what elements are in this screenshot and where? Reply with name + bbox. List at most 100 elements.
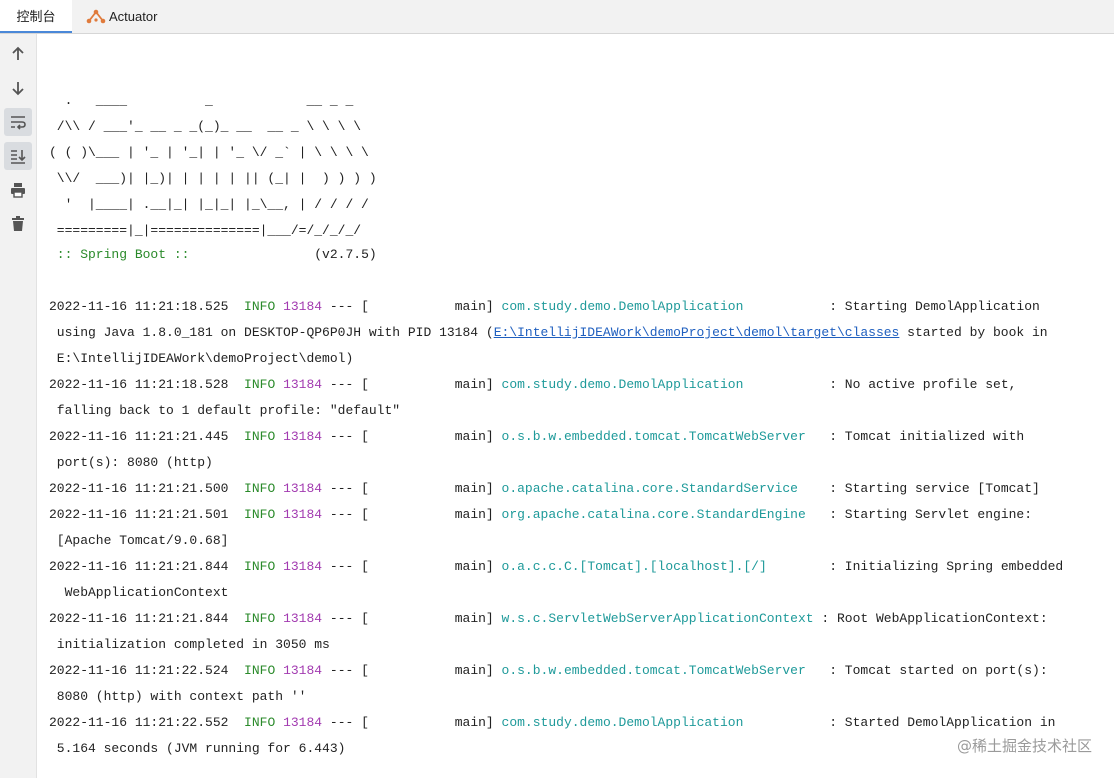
log-logger: w.s.c.ServletWebServerApplicationContext (501, 611, 814, 626)
log-logger: o.s.b.w.embedded.tomcat.TomcatWebServer (501, 429, 822, 444)
log-continuation: WebApplicationContext (49, 585, 229, 600)
log-time: 2022-11-16 11:21:21.844 (49, 611, 229, 626)
arrow-down-icon (12, 82, 24, 96)
down-button[interactable] (4, 74, 32, 102)
log-logger: o.s.b.w.embedded.tomcat.TomcatWebServer (501, 663, 822, 678)
log-line: 2022-11-16 11:21:21.844 INFO 13184 --- [… (49, 606, 1048, 632)
log-logger: o.a.c.c.C.[Tomcat].[localhost].[/] (501, 559, 822, 574)
print-button[interactable] (4, 176, 32, 204)
log-level: INFO (244, 377, 276, 392)
up-button[interactable] (4, 40, 32, 68)
watermark: @稀土掘金技术社区 (956, 737, 1092, 755)
tab-bar: 控制台 Actuator (0, 0, 1114, 34)
log-time: 2022-11-16 11:21:18.528 (49, 377, 229, 392)
log-logger: org.apache.catalina.core.StandardEngine (501, 507, 822, 522)
log-line: 2022-11-16 11:21:21.844 INFO 13184 --- [… (49, 554, 1063, 580)
actuator-icon (86, 9, 106, 24)
log-message-cont: started by book in (899, 325, 1048, 340)
log-level: INFO (244, 429, 276, 444)
log-line: 2022-11-16 11:21:18.525 INFO 13184 --- [… (49, 294, 1040, 320)
log-message: : Initializing Spring embedded (821, 559, 1064, 574)
arrow-up-icon (12, 46, 24, 60)
clear-button[interactable] (4, 210, 32, 238)
scroll-to-end-icon (11, 150, 26, 164)
log-line: 2022-11-16 11:21:21.445 INFO 13184 --- [… (49, 424, 1024, 450)
spring-boot-version: (v2.7.5) (189, 247, 377, 262)
tab-console-label: 控制台 (16, 9, 56, 24)
log-level: INFO (244, 299, 276, 314)
log-level: INFO (244, 507, 276, 522)
log-logger: com.study.demo.DemolApplication (501, 715, 822, 730)
log-time: 2022-11-16 11:21:21.445 (49, 429, 229, 444)
log-line: 2022-11-16 11:21:21.500 INFO 13184 --- [… (49, 476, 1040, 502)
banner-line: . ____ _ __ _ _ (49, 93, 354, 108)
log-thread: --- [ main] (322, 715, 502, 730)
log-thread: --- [ main] (322, 299, 502, 314)
log-continuation: E:\IntellijIDEAWork\demoProject\demol) (49, 351, 354, 366)
log-time: 2022-11-16 11:21:22.524 (49, 663, 229, 678)
log-pid: 13184 (283, 715, 323, 730)
log-thread: --- [ main] (322, 377, 502, 392)
trash-icon (12, 216, 24, 231)
log-message: : Tomcat started on port(s): (821, 663, 1048, 678)
log-pid: 13184 (283, 663, 323, 678)
log-continuation: using Java 1.8.0_181 on DESKTOP-QP6P0JH … (49, 320, 1048, 346)
banner-line: \\/ ___)| |_)| | | | | || (_| | ) ) ) ) (49, 171, 377, 186)
log-pid: 13184 (283, 429, 323, 444)
log-line: 2022-11-16 11:21:22.552 INFO 13184 --- [… (49, 710, 1055, 736)
log-level: INFO (244, 481, 276, 496)
log-level: INFO (244, 715, 276, 730)
log-thread: --- [ main] (322, 663, 502, 678)
spring-boot-label: :: Spring Boot :: (49, 247, 190, 262)
log-continuation: initialization completed in 3050 ms (49, 637, 330, 652)
banner-line: ( ( )\___ | '_ | '_| | '_ \/ _` | \ \ \ … (49, 145, 369, 160)
log-pid: 13184 (283, 559, 323, 574)
log-thread: --- [ main] (322, 559, 502, 574)
soft-wrap-button[interactable] (4, 108, 32, 136)
log-level: INFO (244, 611, 276, 626)
banner-line: ' |____| .__|_| |_|_| |_\__, | / / / / (49, 197, 369, 212)
tab-console[interactable]: 控制台 (0, 0, 72, 33)
log-line: 2022-11-16 11:21:21.501 INFO 13184 --- [… (49, 502, 1032, 528)
scroll-to-end-button[interactable] (4, 142, 32, 170)
log-line: 2022-11-16 11:21:22.524 INFO 13184 --- [… (49, 658, 1048, 684)
log-time: 2022-11-16 11:21:22.552 (49, 715, 229, 730)
log-level: INFO (244, 663, 276, 678)
spring-boot-version-line: :: Spring Boot :: (v2.7.5) (49, 242, 377, 268)
log-time: 2022-11-16 11:21:18.525 (49, 299, 229, 314)
log-logger: o.apache.catalina.core.StandardService (501, 481, 822, 496)
banner-line: /\\ / ___'_ __ _ _(_)_ __ __ _ \ \ \ \ (49, 119, 362, 134)
log-time: 2022-11-16 11:21:21.500 (49, 481, 229, 496)
log-pid: 13184 (283, 611, 323, 626)
log-message: : Root WebApplicationContext: (813, 611, 1048, 626)
log-level: INFO (244, 559, 276, 574)
print-icon (11, 183, 25, 198)
console-output[interactable]: . ____ _ __ _ _ /\\ / ___'_ __ _ _(_)_ _… (37, 34, 1114, 778)
log-message: : Starting Servlet engine: (821, 507, 1033, 522)
log-time: 2022-11-16 11:21:21.844 (49, 559, 229, 574)
banner-line: =========|_|==============|___/=/_/_/_/ (49, 223, 362, 238)
tab-actuator-label: Actuator (109, 9, 158, 24)
log-thread: --- [ main] (322, 611, 502, 626)
log-thread: --- [ main] (322, 429, 502, 444)
log-message: : Starting DemolApplication (821, 299, 1040, 314)
log-logger: com.study.demo.DemolApplication (501, 377, 822, 392)
log-continuation: falling back to 1 default profile: "defa… (49, 403, 401, 418)
log-continuation: [Apache Tomcat/9.0.68] (49, 533, 229, 548)
log-message: : Started DemolApplication in (821, 715, 1056, 730)
log-continuation: 5.164 seconds (JVM running for 6.443) (49, 741, 346, 756)
log-pid: 13184 (283, 377, 323, 392)
log-message: : No active profile set, (821, 377, 1017, 392)
log-thread: --- [ main] (322, 507, 502, 522)
soft-wrap-icon (11, 116, 26, 130)
log-time: 2022-11-16 11:21:21.501 (49, 507, 229, 522)
log-pid: 13184 (283, 299, 323, 314)
classpath-link[interactable]: E:\IntellijIDEAWork\demoProject\demol\ta… (494, 325, 900, 340)
console-toolbar (0, 34, 37, 778)
log-logger: com.study.demo.DemolApplication (501, 299, 822, 314)
log-message: : Starting service [Tomcat] (821, 481, 1040, 496)
log-thread: --- [ main] (322, 481, 502, 496)
log-continuation: port(s): 8080 (http) (49, 455, 213, 470)
log-message-cont: using Java 1.8.0_181 on DESKTOP-QP6P0JH … (49, 325, 494, 340)
log-continuation: 8080 (http) with context path '' (49, 689, 307, 704)
